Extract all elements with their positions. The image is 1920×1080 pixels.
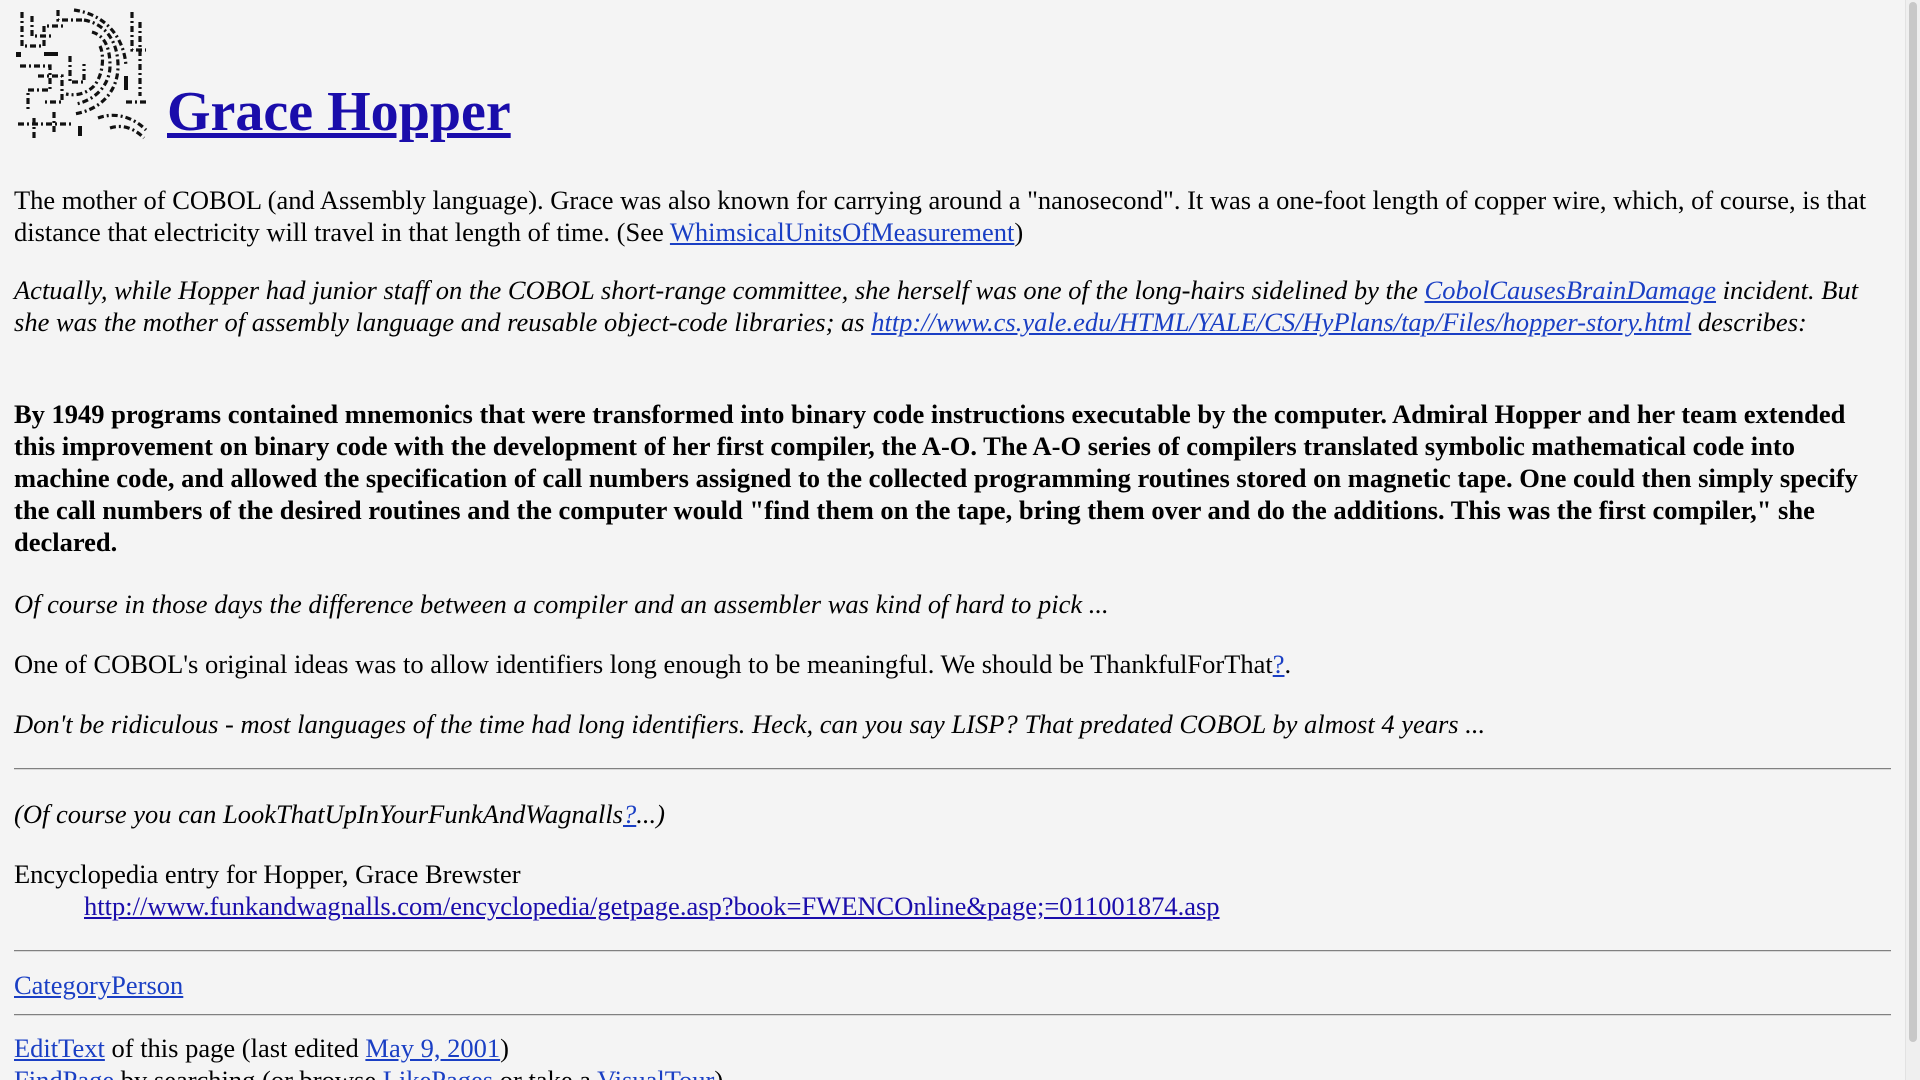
link-yale-hopper-story[interactable]: http://www.cs.yale.edu/HTML/YALE/CS/HyPl… [871, 307, 1691, 337]
divider [14, 768, 1891, 770]
wiki-logo-icon[interactable] [14, 6, 152, 140]
link-look-that-up-missing[interactable]: ? [623, 799, 636, 829]
link-cobol-causes-brain-damage[interactable]: CobolCausesBrainDamage [1425, 275, 1717, 305]
footer-text: by searching (or browse [114, 1065, 383, 1080]
page-title-link[interactable]: Grace Hopper [167, 82, 511, 142]
paragraph-text: ) [1014, 217, 1024, 247]
footer-text: ) [714, 1065, 724, 1080]
encyclopedia-entry: Encyclopedia entry for Hopper, Grace Bre… [14, 858, 1890, 922]
scrollbar-thumb[interactable] [1909, 2, 1917, 1042]
paragraph-text: describes: [1691, 307, 1807, 337]
footer-text: of this page (last edited [104, 1033, 366, 1063]
encyclopedia-definition: http://www.funkandwagnalls.com/encyclope… [14, 890, 1890, 922]
footer-text: or take a [493, 1065, 598, 1080]
paragraph-identifiers: One of COBOL's original ideas was to all… [14, 648, 1890, 680]
page-header: Grace Hopper [14, 0, 1890, 142]
paragraph-text: One of COBOL's original ideas was to all… [14, 649, 1273, 679]
divider [14, 1014, 1891, 1016]
link-like-pages[interactable]: LikePages [383, 1065, 493, 1080]
paragraph-text: Actually, while Hopper had junior staff … [14, 275, 1425, 305]
link-category-person[interactable]: CategoryPerson [14, 970, 183, 1000]
wiki-page: Grace Hopper The mother of COBOL (and As… [14, 0, 1891, 1080]
divider [14, 950, 1891, 952]
footer-text: ) [500, 1033, 509, 1063]
encyclopedia-term: Encyclopedia entry for Hopper, Grace Bre… [14, 859, 521, 889]
footer-find-line: FindPage by searching (or browse LikePag… [14, 1064, 723, 1080]
paragraph-actually: Actually, while Hopper had junior staff … [14, 274, 1890, 338]
paragraph-compiler-note: Of course in those days the difference b… [14, 589, 1109, 619]
paragraph-intro: The mother of COBOL (and Assembly langua… [14, 184, 1890, 248]
vertical-scrollbar[interactable] [1905, 0, 1920, 1080]
link-whimsical-units[interactable]: WhimsicalUnitsOfMeasurement [670, 217, 1014, 247]
category-line: CategoryPerson [14, 969, 183, 1001]
link-last-edited-date[interactable]: May 9, 2001 [365, 1033, 500, 1063]
paragraph-text: . [1284, 649, 1292, 679]
link-edit-text[interactable]: EditText [14, 1033, 105, 1063]
link-thankful-for-that-missing[interactable]: ? [1273, 649, 1285, 679]
paragraph-lisp: Don't be ridiculous - most languages of … [14, 709, 1486, 739]
link-funk-wagnalls-url[interactable]: http://www.funkandwagnalls.com/encyclope… [84, 891, 1220, 921]
paragraph-funk-wagnalls: (Of course you can LookThatUpInYourFunkA… [14, 798, 1890, 830]
link-visual-tour[interactable]: VisualTour [597, 1065, 714, 1080]
quote-paragraph: By 1949 programs contained mnemonics tha… [14, 399, 1858, 557]
paragraph-text: ...) [636, 799, 665, 829]
footer-edit-line: EditText of this page (last edited May 9… [14, 1032, 509, 1064]
link-find-page[interactable]: FindPage [14, 1065, 114, 1080]
paragraph-text: (Of course you can LookThatUpInYourFunkA… [14, 799, 623, 829]
